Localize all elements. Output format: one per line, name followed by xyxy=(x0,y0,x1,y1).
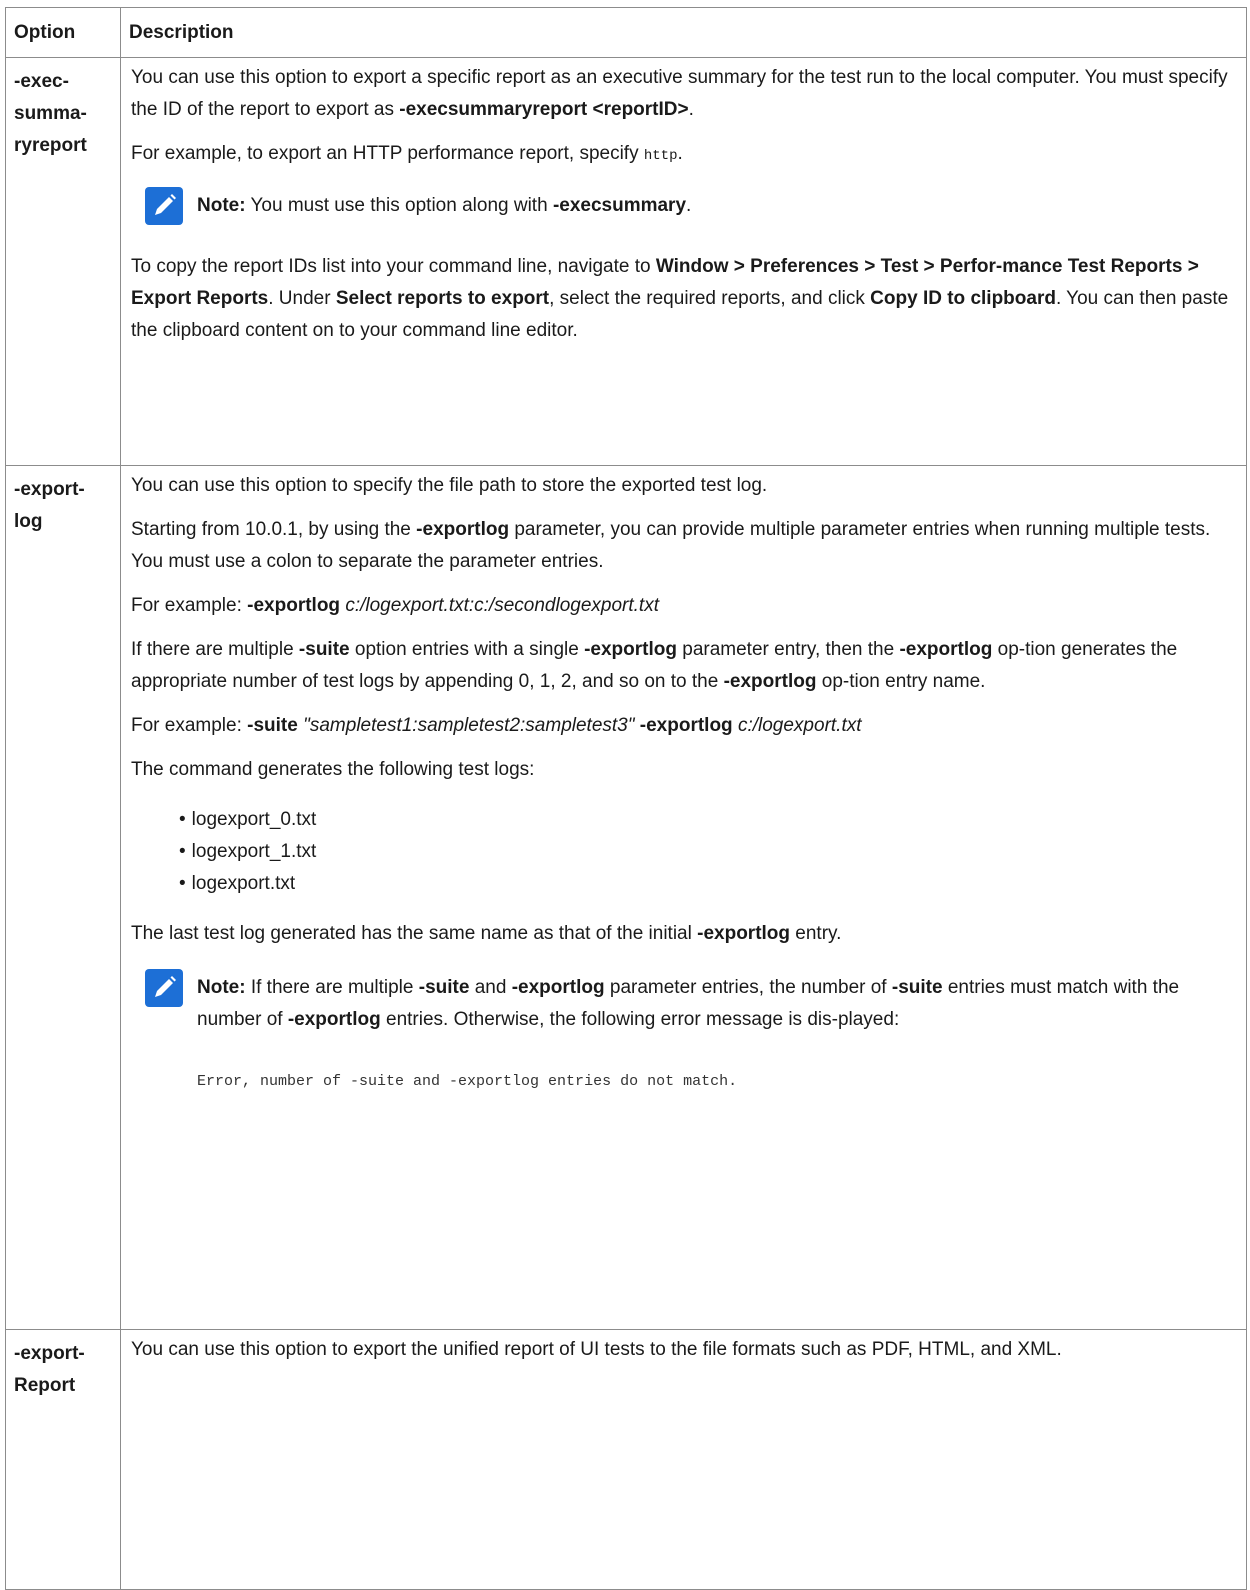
text: The command generates the following test… xyxy=(131,759,535,780)
note-text: Note: If there are multiple -suite and -… xyxy=(197,972,1236,1036)
table-row: -export- Report You can use this option … xyxy=(5,1329,1247,1590)
text: . xyxy=(686,195,692,216)
option-name-exportlog: -export- log xyxy=(5,465,121,1330)
table-row: -exec- summa- ryreport You can use this … xyxy=(5,57,1247,466)
text: You can use this option to export the un… xyxy=(131,1339,1062,1360)
text: and xyxy=(469,977,512,998)
paragraph: The command generates the following test… xyxy=(131,754,1236,786)
text-bold: -exportlog xyxy=(584,639,677,660)
paragraph: To copy the report IDs list into your co… xyxy=(131,251,1236,347)
option-name-execsummaryreport: -exec- summa- ryreport xyxy=(5,57,121,466)
note-block: Note: You must use this option along wit… xyxy=(145,187,1236,225)
paragraph: You can use this option to export a spec… xyxy=(131,62,1236,126)
paragraph: The last test log generated has the same… xyxy=(131,918,1236,950)
text: parameter entries, the number of xyxy=(604,977,892,998)
options-table: Option Description -exec- summa- ryrepor… xyxy=(5,7,1247,1590)
list-item: logexport_0.txt xyxy=(179,804,1236,836)
text-bold: -exportlog xyxy=(511,977,605,998)
paragraph: Starting from 10.0.1, by using the -expo… xyxy=(131,514,1236,578)
paragraph: You can use this option to specify the f… xyxy=(131,470,1236,502)
text-italic: "sampletest1:sampletest2:sampletest3" xyxy=(303,715,635,736)
text: parameter entry, then the xyxy=(676,639,900,660)
table-row: -export- log You can use this option to … xyxy=(5,465,1247,1330)
text: entries. Otherwise, the following error … xyxy=(380,1009,900,1030)
text: Starting from 10.0.1, by using the xyxy=(131,519,417,540)
text: The last test log generated has the same… xyxy=(131,923,698,944)
option-name-line: -exec- xyxy=(14,71,69,92)
error-message-code: Error, number of -suite and -exportlog e… xyxy=(197,1073,738,1090)
option-name-line: log xyxy=(14,511,43,532)
text-bold: -exportlog xyxy=(639,715,733,736)
text: You must use this option along with xyxy=(245,195,553,216)
text-bold: -execsummary xyxy=(552,195,687,216)
text-italic: c:/logexport.txt xyxy=(737,715,862,736)
option-name-line: -export- xyxy=(14,1343,85,1364)
note-content: Note: If there are multiple -suite and -… xyxy=(197,972,1236,1098)
text: For example, to export an HTTP performan… xyxy=(131,143,644,164)
note-text: Note: You must use this option along wit… xyxy=(197,190,691,222)
header-description: Description xyxy=(120,7,1247,58)
text: To copy the report IDs list into your co… xyxy=(131,256,656,277)
text-bold: -suite xyxy=(247,715,298,736)
text-bold: -suite xyxy=(298,639,350,660)
table-header-row: Option Description xyxy=(5,7,1247,58)
text: op-tion entry name. xyxy=(816,671,986,692)
text: entry. xyxy=(790,923,842,944)
note-label: Note: xyxy=(197,195,246,216)
paragraph: For example: -suite "sampletest1:samplet… xyxy=(131,710,1236,742)
text-bold: -execsummaryreport <reportID> xyxy=(399,99,689,120)
text: . xyxy=(677,143,683,164)
paragraph: If there are multiple -suite option entr… xyxy=(131,634,1236,698)
option-description-exportreport: You can use this option to export the un… xyxy=(120,1329,1247,1590)
paragraph: You can use this option to export the un… xyxy=(131,1334,1236,1366)
text: For example: xyxy=(131,715,248,736)
option-name-line: summa- xyxy=(14,103,87,124)
text-bold: Select reports to export xyxy=(335,288,550,309)
header-option: Option xyxy=(5,7,121,58)
text: , select the required reports, and click xyxy=(549,288,871,309)
text: option entries with a single xyxy=(349,639,585,660)
option-description-execsummaryreport: You can use this option to export a spec… xyxy=(120,57,1247,466)
text-bold: -exportlog xyxy=(697,923,791,944)
text-bold: -exportlog xyxy=(899,639,993,660)
option-name-line: -export- xyxy=(14,479,85,500)
text: You can use this option to specify the f… xyxy=(131,475,768,496)
option-name-line: ryreport xyxy=(14,135,87,156)
text-italic: c:/logexport.txt:c:/secondlogexport.txt xyxy=(345,595,659,616)
pencil-note-icon xyxy=(145,969,183,1007)
note-label: Note: xyxy=(197,977,246,998)
note-block: Note: If there are multiple -suite and -… xyxy=(145,969,1236,1098)
text: For example: xyxy=(131,595,248,616)
text-bold: -exportlog xyxy=(723,671,817,692)
text-bold: -exportlog xyxy=(287,1009,381,1030)
text: If there are multiple xyxy=(131,639,299,660)
option-name-line: Report xyxy=(14,1375,76,1396)
list-item: logexport_1.txt xyxy=(179,836,1236,868)
test-log-list: logexport_0.txt logexport_1.txt logexpor… xyxy=(131,804,1236,900)
text-bold: -suite xyxy=(891,977,943,998)
pencil-note-icon xyxy=(145,187,183,225)
text: . Under xyxy=(268,288,336,309)
inline-code: http xyxy=(643,148,678,164)
text: If there are multiple xyxy=(245,977,419,998)
paragraph: For example: -exportlog c:/logexport.txt… xyxy=(131,590,1236,622)
option-description-exportlog: You can use this option to specify the f… xyxy=(120,465,1247,1330)
list-item: logexport.txt xyxy=(179,868,1236,900)
text-bold: Copy ID to clipboard xyxy=(870,288,1056,309)
paragraph: For example, to export an HTTP performan… xyxy=(131,138,1236,172)
text-bold: -exportlog xyxy=(416,519,510,540)
text: . xyxy=(688,99,694,120)
text-bold: -suite xyxy=(418,977,470,998)
text-bold: -exportlog xyxy=(247,595,341,616)
option-name-exportreport: -export- Report xyxy=(5,1329,121,1590)
